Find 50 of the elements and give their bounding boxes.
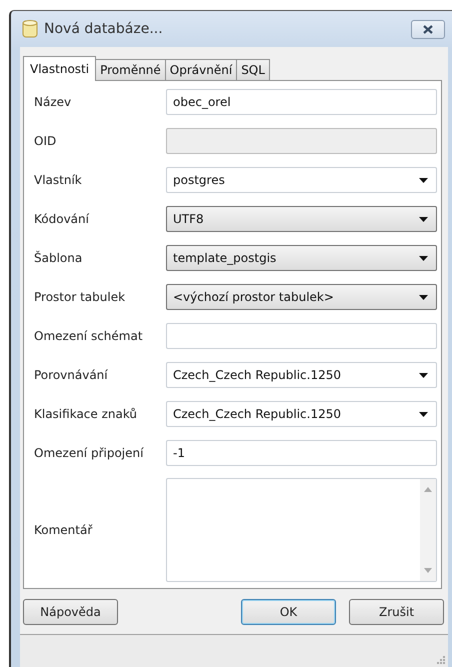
window-title: Nová databáze... (44, 21, 164, 37)
input-field[interactable]: obec_orel (166, 89, 437, 116)
field-value: obec_orel (173, 95, 232, 110)
tab[interactable]: Vlastnosti (23, 56, 96, 81)
field-label: OID (33, 134, 58, 148)
dropdown-arrow-icon (419, 178, 428, 183)
field-value: postgres (173, 173, 226, 188)
field-label: Porovnávání (33, 368, 109, 382)
tab[interactable]: SQL (236, 58, 270, 80)
scroll-down-icon[interactable] (424, 568, 432, 573)
tab[interactable]: Proměnné (95, 58, 166, 80)
field-value: -1 (173, 446, 186, 460)
field-label: Šablona (33, 251, 84, 266)
close-button[interactable] (411, 20, 445, 38)
tab[interactable]: Oprávnění (164, 58, 238, 80)
field-label: Prostor tabulek (33, 290, 126, 304)
combo-box[interactable]: postgres (166, 167, 437, 194)
input-field[interactable] (166, 128, 437, 154)
database-icon (22, 19, 38, 39)
combo-box[interactable]: Czech_Czech Republic.1250 (166, 362, 437, 388)
field-label: Kódování (33, 212, 90, 226)
field-label: Komentář (33, 522, 94, 537)
dialog-button[interactable]: Zrušit (349, 598, 444, 625)
dialog-button[interactable]: Nápověda (23, 598, 118, 625)
field-value: Czech_Czech Republic.1250 (173, 407, 342, 422)
scroll-up-icon[interactable] (424, 486, 432, 492)
dropdown[interactable]: template_postgis (166, 245, 437, 272)
resize-grip-icon[interactable] (435, 654, 445, 664)
dropdown-arrow-icon (419, 216, 428, 222)
field-label: Omezení schémat (33, 329, 144, 344)
field-value: <výchozí prostor tabulek> (173, 290, 335, 304)
field-value: Czech_Czech Republic.1250 (173, 368, 342, 382)
dropdown-arrow-icon (419, 372, 428, 378)
field-label: Název (33, 95, 72, 110)
field-value: UTF8 (173, 212, 205, 226)
combo-box[interactable]: Czech_Czech Republic.1250 (166, 401, 437, 428)
field-label: Omezení připojení (33, 446, 144, 460)
dropdown[interactable]: UTF8 (166, 206, 437, 232)
dropdown[interactable]: <výchozí prostor tabulek> (166, 284, 437, 310)
field-value: template_postgis (173, 251, 278, 266)
field-label: Vlastník (33, 173, 83, 188)
input-field[interactable] (166, 323, 437, 350)
field-label: Klasifikace znaků (33, 407, 138, 422)
dropdown-arrow-icon (419, 412, 428, 417)
text-area[interactable] (166, 478, 437, 582)
dialog-button[interactable]: OK (241, 598, 336, 625)
close-icon (423, 24, 433, 34)
dropdown-arrow-icon (419, 256, 428, 261)
dropdown-arrow-icon (419, 294, 428, 300)
input-field[interactable]: -1 (166, 440, 437, 466)
